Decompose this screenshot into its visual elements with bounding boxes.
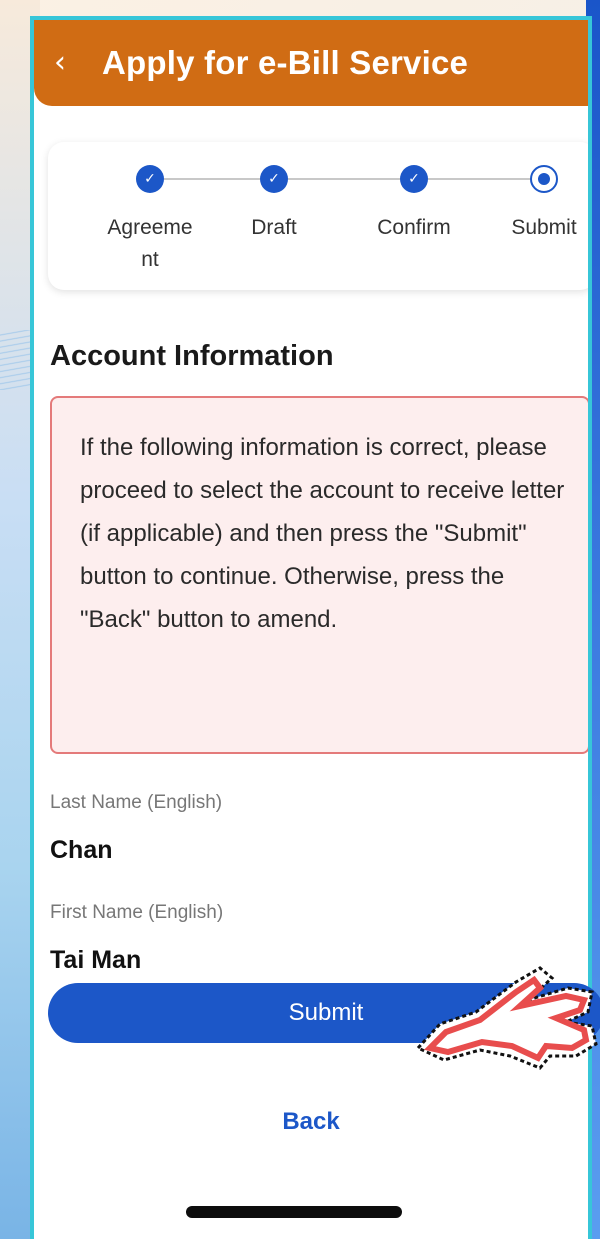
step-draft-check-icon: ✓ [260, 165, 288, 193]
field-value-last-name: Chan [50, 836, 113, 864]
step-label-draft: Draft [251, 216, 297, 239]
field-label-last-name: Last Name (English) [50, 792, 223, 813]
step-submit-current-icon [530, 165, 558, 193]
step-connector [288, 178, 400, 180]
progress-stepper: ✓ ✓ ✓ Agreement Draft Confirm Submit [48, 142, 588, 290]
section-title: Account Information [50, 340, 334, 372]
step-label-agreement: Agreement [107, 216, 193, 271]
home-indicator [186, 1206, 402, 1218]
app-header: ‹ Apply for e-Bill Service [34, 20, 588, 106]
field-label-first-name: First Name (English) [50, 902, 224, 923]
hand-pointer-icon [416, 966, 598, 1070]
step-label-confirm: Confirm [377, 216, 451, 239]
notice-box: If the following information is correct,… [50, 396, 588, 754]
step-confirm-check-icon: ✓ [400, 165, 428, 193]
page-title: Apply for e-Bill Service [102, 44, 469, 81]
step-connector [164, 178, 260, 180]
chevron-left-icon[interactable]: ‹ [54, 48, 102, 78]
step-agreement-check-icon: ✓ [136, 165, 164, 193]
back-button[interactable]: Back [34, 1108, 588, 1136]
field-value-first-name: Tai Man [50, 946, 142, 974]
step-label-submit: Submit [511, 216, 577, 239]
step-connector [428, 178, 530, 180]
